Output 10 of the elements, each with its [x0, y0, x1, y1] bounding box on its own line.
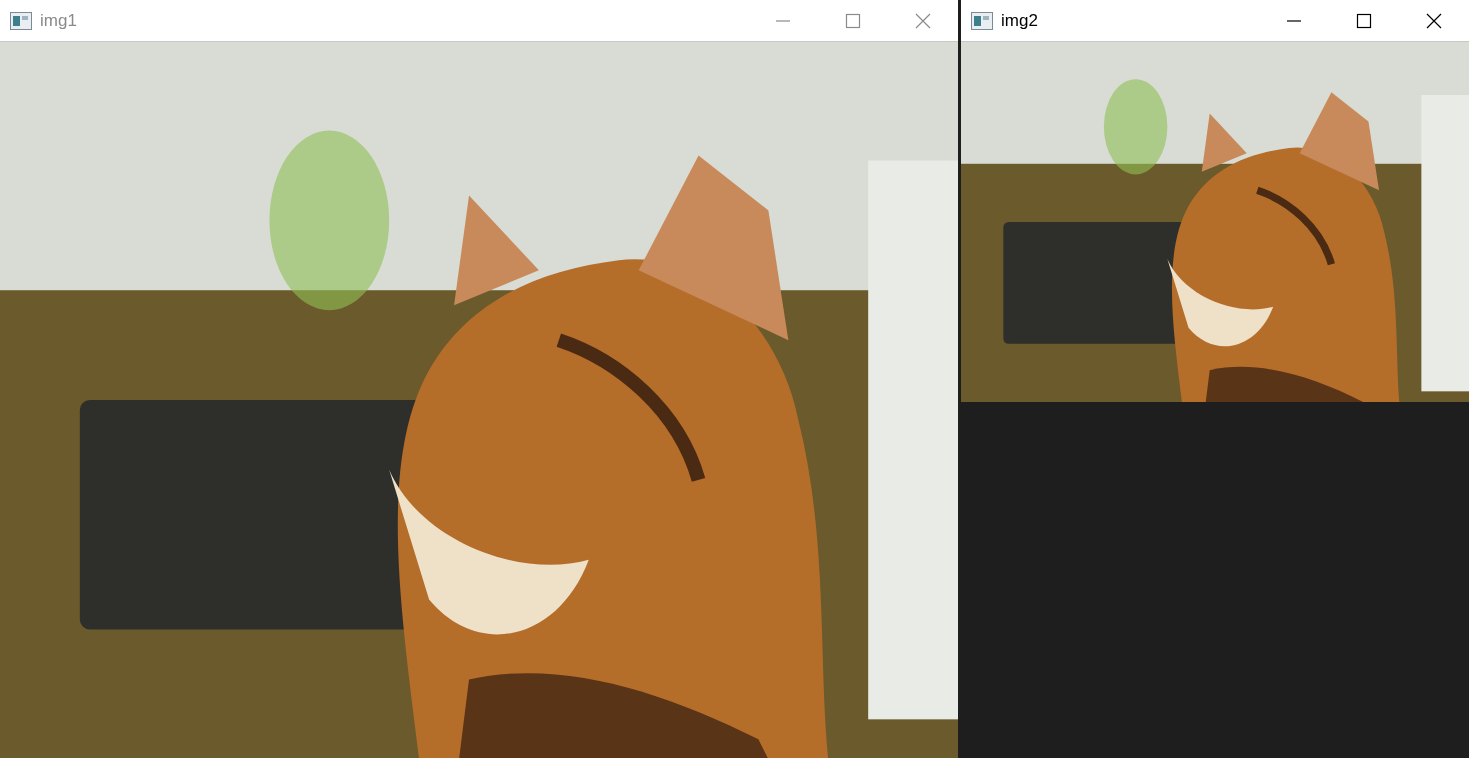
app-icon — [971, 11, 993, 30]
maximize-icon — [1356, 12, 1372, 29]
window-title: img1 — [40, 10, 77, 31]
window-title: img2 — [1001, 10, 1038, 31]
maximize-icon — [845, 12, 861, 29]
minimize-icon — [775, 19, 791, 22]
close-icon — [1426, 12, 1442, 29]
app-icon — [10, 11, 32, 30]
close-icon — [915, 12, 931, 29]
minimize-icon — [1286, 19, 1302, 22]
